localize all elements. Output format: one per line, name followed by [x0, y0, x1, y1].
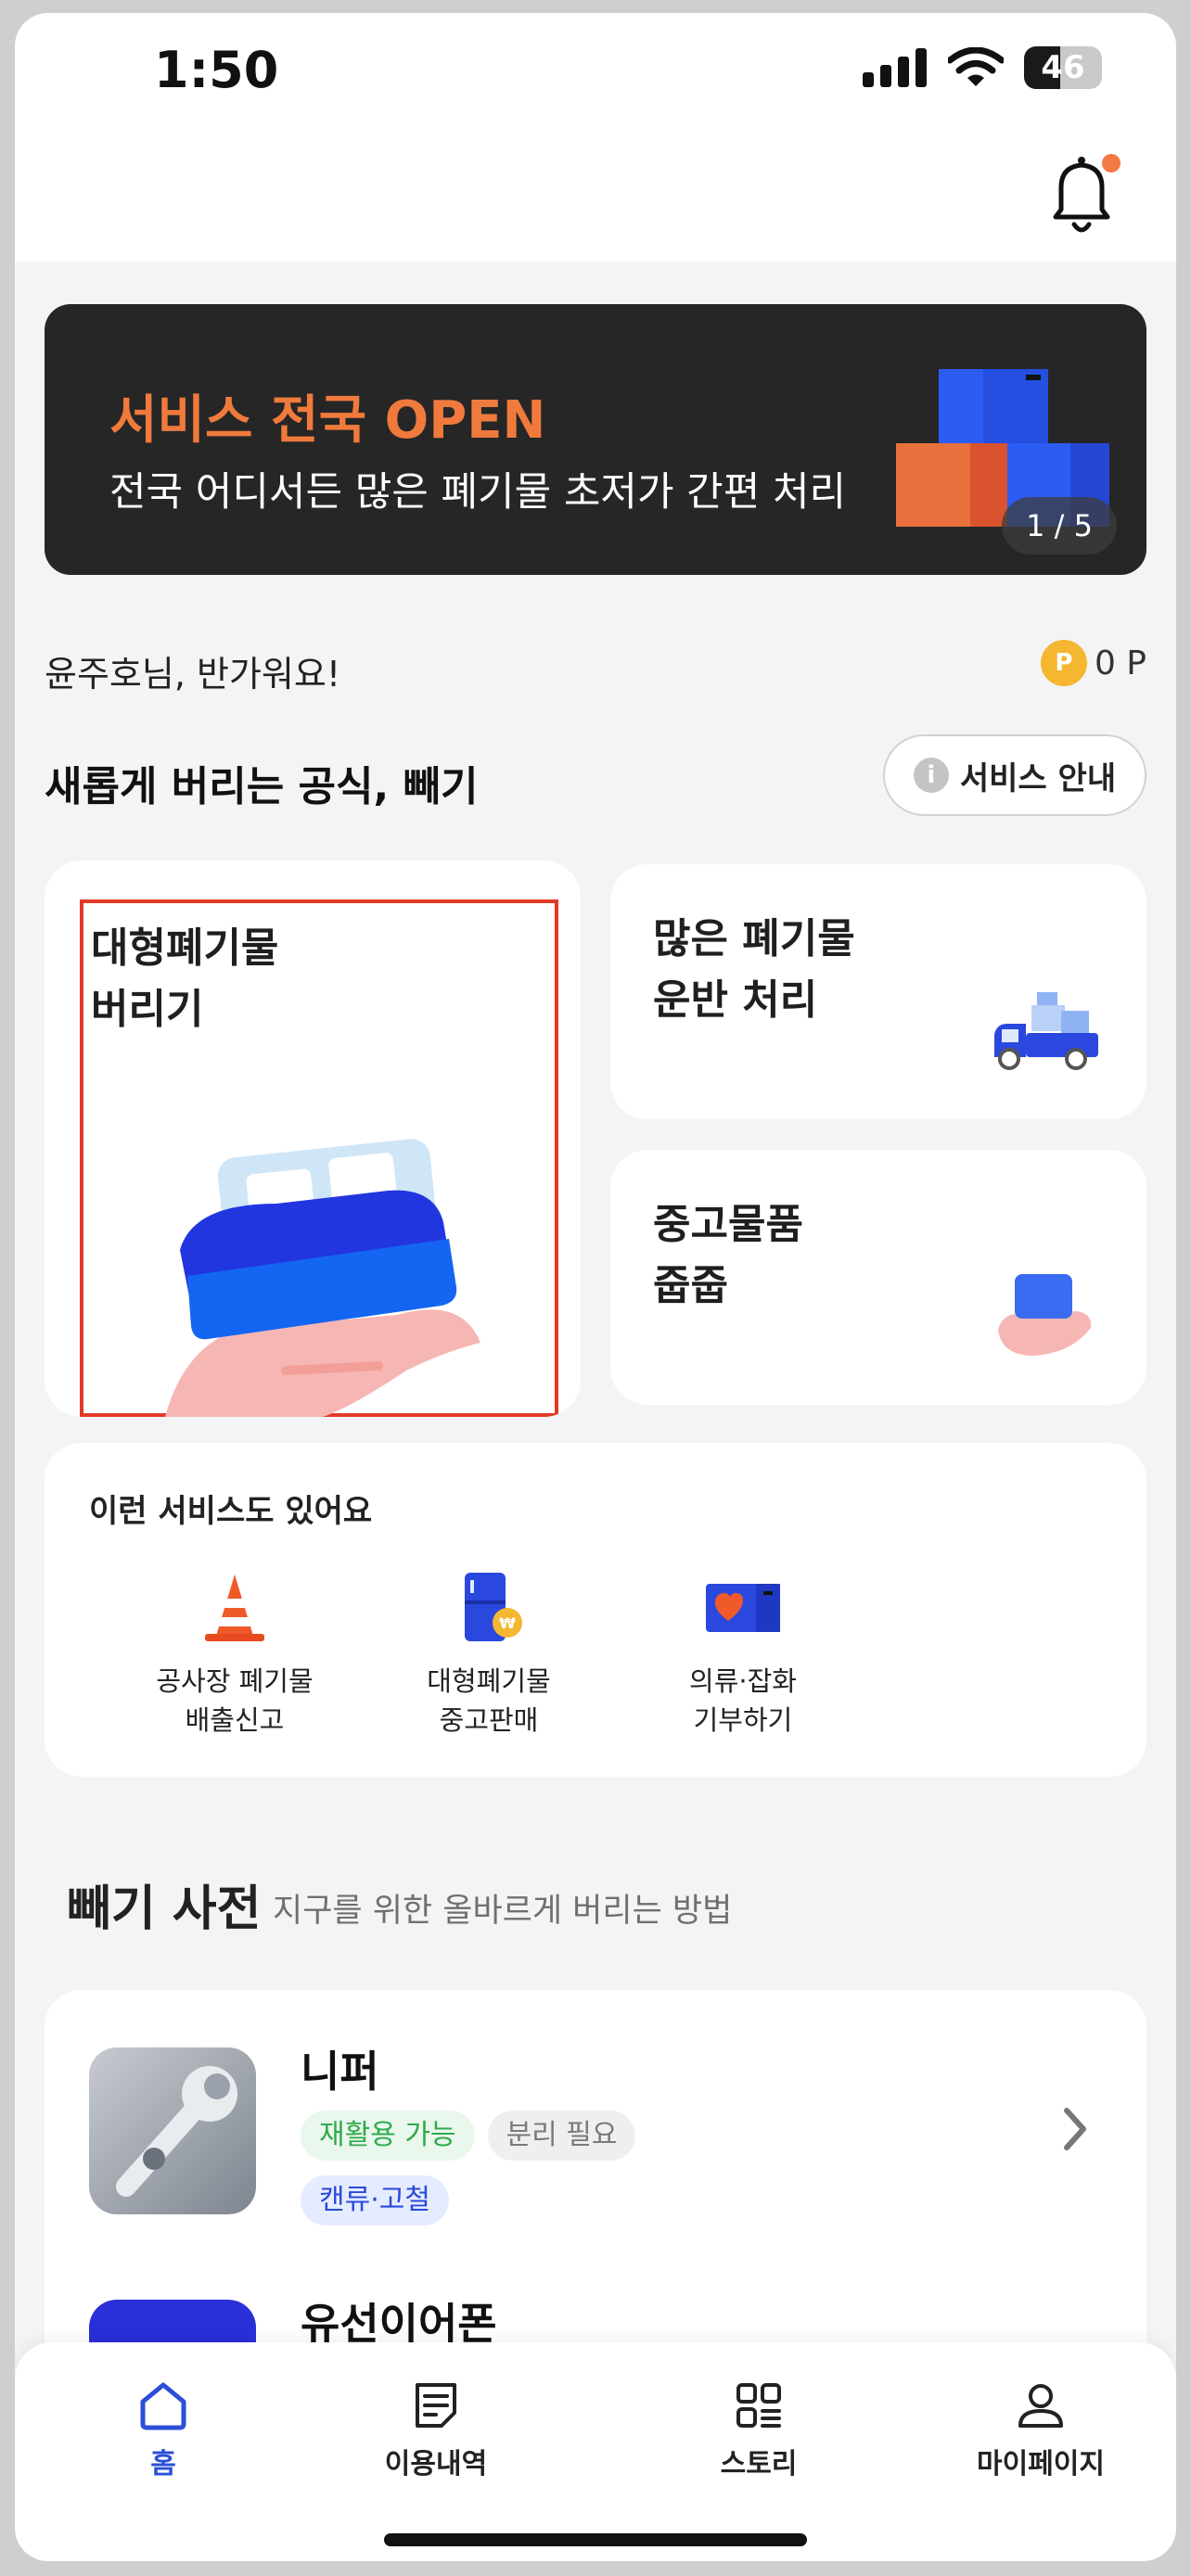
- service-guide-button[interactable]: i 서비스 안내: [883, 734, 1146, 816]
- wifi-icon: [948, 47, 1004, 86]
- wrench-icon: [116, 2066, 237, 2197]
- section-title: 새롭게 버리는 공식, 빼기: [45, 763, 479, 810]
- signal-icon: [863, 48, 927, 87]
- tab-label: 마이페이지: [977, 2448, 1105, 2480]
- svg-text:₩: ₩: [499, 1614, 516, 1632]
- service-label-line2: 기부하기: [693, 1704, 793, 1736]
- promo-banner[interactable]: 서비스 전국 OPEN 전국 어디서든 많은 폐기물 초저가 간편 처리 1 /…: [45, 304, 1146, 575]
- dictionary-list: 니퍼 재활용 가능 분리 필요 캔류·고철 유선이어폰: [45, 1990, 1146, 2379]
- tab-label: 홈: [150, 2448, 176, 2480]
- tab-history[interactable]: 이용내역: [325, 2379, 547, 2481]
- extra-services-panel: 이런 서비스도 있어요 공사장 폐기물 배출신고 ₩ 대형폐기물 중고판매 의류…: [45, 1443, 1146, 1777]
- greeting-text: 윤주호님, 반가워요!: [45, 654, 341, 695]
- service-label-line2: 중고판매: [439, 1704, 539, 1736]
- person-icon: [1018, 2384, 1063, 2428]
- service-guide-label: 서비스 안내: [959, 759, 1117, 797]
- used-goods-card-label: 중고물품 줍줍: [653, 1194, 803, 1317]
- clothing-donation-service[interactable]: 의류·잡화 기부하기: [636, 1571, 850, 1740]
- tab-home[interactable]: 홈: [52, 2379, 275, 2481]
- dictionary-item-name: 니퍼: [301, 2047, 379, 2097]
- tab-story[interactable]: 스토리: [647, 2379, 870, 2481]
- point-coin-icon: P: [1040, 640, 1087, 686]
- battery-icon: 46: [1024, 46, 1102, 89]
- bulky-waste-card-label: 대형폐기물 버리기: [91, 918, 278, 1040]
- nipper-thumbnail: [89, 2047, 256, 2214]
- service-label-line1: 대형폐기물: [427, 1665, 551, 1697]
- tag-recyclable: 재활용 가능: [301, 2111, 475, 2161]
- heavy-waste-card-line1: 많은 폐기물: [653, 915, 855, 963]
- grid-icon: [736, 2383, 781, 2428]
- tab-mypage[interactable]: 마이페이지: [929, 2379, 1152, 2481]
- used-goods-pickup-card[interactable]: 중고물품 줍줍: [610, 1150, 1146, 1405]
- home-indicator[interactable]: [384, 2533, 807, 2546]
- tag-separation-needed: 분리 필요: [487, 2111, 636, 2161]
- service-label-line1: 의류·잡화: [689, 1665, 797, 1697]
- points-value: 0 P: [1094, 644, 1146, 682]
- battery-level-text: 46: [1041, 49, 1085, 86]
- document-icon: [416, 2383, 456, 2428]
- banner-title: 서비스 전국 OPEN: [109, 390, 546, 451]
- bottom-tab-bar: 홈 이용내역 스토리 마이페이지: [15, 2342, 1176, 2561]
- info-icon: i: [913, 758, 949, 793]
- heavy-waste-card-line2: 운반 처리: [653, 976, 818, 1024]
- construction-waste-report-service[interactable]: 공사장 폐기물 배출신고: [128, 1571, 341, 1740]
- dictionary-item-tags: 재활용 가능 분리 필요 캔류·고철: [301, 2111, 672, 2225]
- truck-icon: [994, 992, 1098, 1070]
- status-time: 1:50: [154, 41, 279, 99]
- notification-bell-icon[interactable]: [1043, 152, 1121, 241]
- bulky-waste-resale-service[interactable]: ₩ 대형폐기물 중고판매: [382, 1571, 596, 1740]
- bulky-waste-disposal-card[interactable]: 대형폐기물 버리기: [45, 861, 581, 1417]
- box-on-hand-icon: [998, 1274, 1092, 1356]
- tag-category: 캔류·고철: [301, 2175, 449, 2225]
- bulky-waste-card-line1: 대형폐기물: [91, 925, 279, 972]
- dictionary-subtitle: 지구를 위한 올바르게 버리는 방법: [273, 1893, 733, 1930]
- status-icons: 46: [863, 46, 1102, 89]
- top-bar: 1:50 46: [15, 13, 1176, 261]
- points-balance[interactable]: P 0 P: [1040, 640, 1146, 686]
- heavy-waste-transport-card[interactable]: 많은 폐기물 운반 처리: [610, 864, 1146, 1119]
- traffic-cone-icon: [205, 1575, 264, 1641]
- banner-subtitle: 전국 어디서든 많은 폐기물 초저가 간편 처리: [109, 469, 847, 516]
- dictionary-title: 빼기 사전: [67, 1881, 262, 1937]
- used-goods-card-line2: 줍줍: [653, 1262, 728, 1309]
- heavy-waste-card-label: 많은 폐기물 운반 처리: [653, 909, 855, 1031]
- home-icon: [140, 2382, 186, 2430]
- service-label-line2: 배출신고: [185, 1704, 285, 1736]
- fridge-coin-icon: ₩: [465, 1573, 522, 1641]
- bulky-waste-card-line2: 버리기: [91, 986, 204, 1033]
- donation-box-icon: [706, 1584, 780, 1632]
- banner-pager: 1 / 5: [1002, 497, 1117, 555]
- extra-services-title: 이런 서비스도 있어요: [89, 1493, 373, 1530]
- phone-screen: 1:50 46 서비스 전국 OPEN 전국 어디서든 많은 폐기물 초저가 간…: [15, 13, 1176, 2561]
- used-goods-card-line1: 중고물품: [653, 1201, 803, 1248]
- service-label-line1: 공사장 폐기물: [156, 1665, 314, 1697]
- sofa-on-hand-icon: [165, 1139, 480, 1417]
- tab-label: 이용내역: [384, 2448, 488, 2480]
- tab-label: 스토리: [720, 2448, 798, 2480]
- chevron-right-icon[interactable]: [1057, 2099, 1095, 2159]
